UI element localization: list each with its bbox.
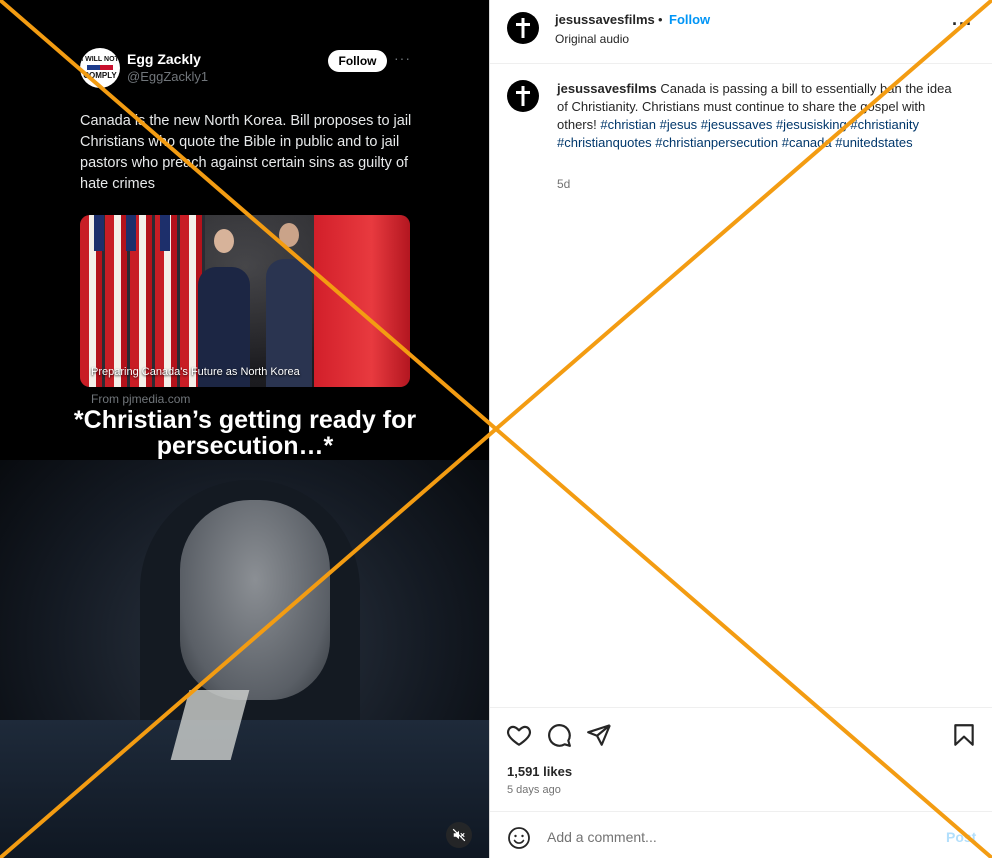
video-overlay-text: *Christian’s getting ready for persecuti… (73, 406, 417, 460)
caption-username[interactable]: jesussavesfilms (557, 81, 657, 96)
tweet-author-avatar[interactable]: I WILL NOT COMPLY (80, 48, 120, 88)
speaker-muted-icon (452, 828, 466, 842)
bookmark-icon[interactable] (951, 722, 977, 748)
post-caption: jesussavesfilms Canada is passing a bill… (557, 80, 962, 152)
cross-icon (516, 86, 530, 106)
tweet-header: I WILL NOT COMPLY Egg Zackly @EggZackly1… (80, 48, 410, 88)
link-card-source[interactable]: From pjmedia.com (91, 392, 190, 406)
avatar-text-top: I WILL NOT (81, 56, 119, 63)
tweet-follow-button[interactable]: Follow (328, 50, 387, 72)
author-avatar[interactable] (507, 12, 539, 44)
tweet-author-handle[interactable]: @EggZackly1 (127, 69, 208, 84)
body-shape (0, 720, 489, 858)
caption-author-avatar[interactable] (507, 80, 539, 112)
caption-hashtags[interactable]: #christian #jesus #jesussaves #jesusiski… (557, 117, 919, 150)
tweet-more-icon[interactable]: ··· (394, 50, 411, 66)
comment-icon[interactable] (546, 722, 572, 748)
comment-bar: Post (490, 811, 992, 858)
action-bar: 1,591 likes 5 days ago (490, 707, 992, 811)
cross-icon (516, 18, 530, 38)
caption-age: 5d (557, 177, 571, 191)
more-options-icon[interactable]: ··· (952, 14, 973, 35)
crying-woman-scene (0, 460, 489, 858)
heart-icon[interactable] (506, 722, 532, 748)
mute-button[interactable] (446, 822, 472, 848)
comment-input[interactable] (547, 823, 927, 851)
person-left-head (214, 229, 234, 253)
audio-label[interactable]: Original audio (555, 32, 629, 46)
follow-button[interactable]: Follow (669, 12, 710, 27)
post-side-panel: jesussavesfilms • Follow Original audio … (489, 0, 992, 858)
tweet-text: Canada is the new North Korea. Bill prop… (80, 113, 412, 192)
face-shape (180, 500, 330, 700)
tweet-link-card[interactable]: Preparing Canada's Future as North Korea (80, 215, 410, 387)
post-header: jesussavesfilms • Follow Original audio … (490, 0, 992, 64)
separator-dot: • (658, 12, 663, 27)
avatar-text-bottom: COMPLY (83, 71, 117, 80)
emoji-icon[interactable] (507, 826, 531, 850)
canada-flag-image (314, 215, 410, 387)
post-date: 5 days ago (507, 784, 561, 796)
share-icon[interactable] (586, 722, 612, 748)
tweet-author-name[interactable]: Egg Zackly (127, 51, 201, 67)
reel-video[interactable]: I WILL NOT COMPLY Egg Zackly @EggZackly1… (0, 0, 489, 858)
link-card-caption: Preparing Canada's Future as North Korea (91, 366, 300, 378)
likes-count[interactable]: 1,591 likes (507, 764, 572, 779)
flag-stripe (87, 65, 113, 70)
author-username[interactable]: jesussavesfilms (555, 12, 655, 27)
post-comment-button[interactable]: Post (946, 829, 976, 845)
us-flags-image (80, 215, 205, 387)
person-right-head (279, 223, 299, 247)
